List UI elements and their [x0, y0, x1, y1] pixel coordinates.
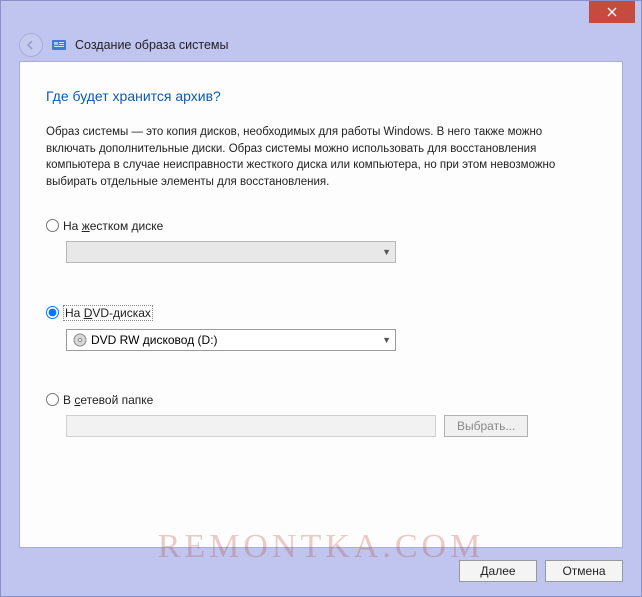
- back-button: [19, 33, 43, 57]
- hdd-combo: ▼: [66, 241, 396, 263]
- cancel-button[interactable]: Отмена: [545, 560, 623, 582]
- back-arrow-icon: [25, 39, 37, 51]
- option-network[interactable]: В сетевой папке: [46, 393, 596, 407]
- next-button[interactable]: Далее: [459, 560, 537, 582]
- option-dvd-section: На DVD-дисках DVD RW дисковод (D:) ▼: [46, 305, 596, 351]
- option-dvd-radio[interactable]: [46, 306, 59, 319]
- close-icon: [607, 7, 617, 17]
- page-description: Образ системы — это копия дисков, необхо…: [46, 124, 586, 191]
- option-network-radio[interactable]: [46, 393, 59, 406]
- option-hdd-radio[interactable]: [46, 219, 59, 232]
- close-button[interactable]: [589, 1, 635, 23]
- option-network-section: В сетевой папке Выбрать...: [46, 393, 596, 437]
- option-dvd-label: На DVD-дисках: [63, 305, 153, 321]
- option-hdd[interactable]: На жестком диске: [46, 219, 596, 233]
- option-hdd-label: На жестком диске: [63, 219, 163, 233]
- content-panel: Где будет хранится архив? Образ системы …: [19, 61, 623, 548]
- dvd-combo-value: DVD RW дисковод (D:): [91, 333, 218, 347]
- option-network-label: В сетевой папке: [63, 393, 153, 407]
- option-dvd[interactable]: На DVD-дисках: [46, 305, 596, 321]
- chevron-down-icon: ▼: [382, 247, 391, 257]
- wizard-icon: [51, 37, 67, 53]
- wizard-header: Создание образа системы: [19, 33, 623, 57]
- chevron-down-icon[interactable]: ▼: [382, 335, 391, 345]
- disc-icon: [73, 333, 87, 347]
- page-heading: Где будет хранится архив?: [46, 88, 596, 104]
- browse-button: Выбрать...: [444, 415, 528, 437]
- window-frame: Создание образа системы Где будет хранит…: [0, 0, 642, 597]
- option-hdd-section: На жестком диске ▼: [46, 219, 596, 263]
- footer-buttons: Далее Отмена: [19, 560, 623, 582]
- dvd-combo[interactable]: DVD RW дисковод (D:) ▼: [66, 329, 396, 351]
- window-title: Создание образа системы: [75, 38, 228, 52]
- network-path-input: [66, 415, 436, 437]
